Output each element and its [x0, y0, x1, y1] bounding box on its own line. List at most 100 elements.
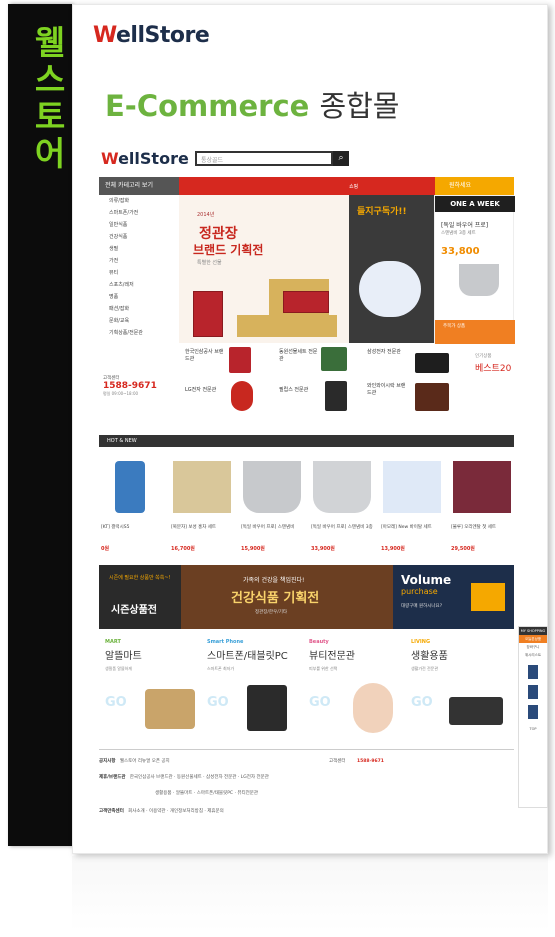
tile-title: 스마트폰/태블릿PC: [207, 651, 288, 662]
product-box-page: 웰 스 토 어 WellStore E-Commerce 종합몰 WellSto…: [0, 0, 555, 937]
tile-desc: 생활가전 전문관: [411, 666, 439, 671]
banner-year: 2014년: [197, 212, 215, 218]
product-name: [아모레] New 바이탈 세트: [381, 525, 432, 530]
widget-tab[interactable]: 오늘본상품: [519, 635, 547, 643]
brands-links[interactable]: 한국인삼공사 브랜드관 · 동원선물세트 · 삼성전자 전문관 · LG전자 전…: [130, 775, 269, 780]
product-card[interactable]: [KT] 갤럭시S5 0원: [99, 455, 165, 555]
gift-box-image: [193, 291, 223, 337]
brand-link[interactable]: 한국인삼공사 브랜드관: [185, 349, 225, 363]
wellstore-logo: WellStore: [93, 23, 210, 48]
product-card[interactable]: [독일 바우어 프로] 스텐냄비 15,900원: [239, 455, 305, 555]
tile-title: 뷰티전문관: [309, 651, 355, 662]
box-spine: 웰 스 토 어: [8, 4, 72, 846]
deal-name: [독일 바우어 프로]: [441, 222, 489, 229]
main-banner[interactable]: 2014년 정관장 브랜드 기획전 특별한 선물: [179, 195, 349, 343]
nav-promo-link[interactable]: 원하세요: [435, 177, 514, 195]
category-tile-beauty[interactable]: Beauty 뷰티전문관 피부를 위한 선택 GO: [309, 639, 409, 739]
nav-link[interactable]: 쇼핑: [349, 183, 358, 190]
category-item[interactable]: 건강식품: [99, 231, 179, 243]
category-item[interactable]: 가전: [99, 255, 179, 267]
brand-image: [231, 381, 253, 411]
site-logo[interactable]: WellStore: [101, 149, 189, 168]
brand-link[interactable]: 필립스 전문관: [279, 387, 319, 394]
category-item[interactable]: 명품: [99, 291, 179, 303]
recent-item-thumb[interactable]: [528, 705, 538, 719]
recent-item-thumb[interactable]: [528, 685, 538, 699]
gift-box-image: [237, 315, 337, 337]
search-icon[interactable]: ⌕: [333, 151, 349, 166]
customer-service: 고객센터 1588-9671 평일 09:00~18:00: [99, 375, 179, 415]
category-tile-living[interactable]: LIVING 생활용품 생활가전 전문관 GO: [411, 639, 511, 739]
product-price: 15,900원: [241, 546, 265, 552]
volume-purchase-banner[interactable]: Volume purchase 대량구매 원하시나요?: [393, 565, 514, 629]
brand-image: [415, 353, 449, 373]
gift-box-image: [283, 291, 329, 313]
category-item[interactable]: 기획상품/전문관: [99, 327, 179, 339]
phone-image: [115, 461, 145, 513]
category-item[interactable]: 문화/교육: [99, 315, 179, 327]
category-showcase: MART 알뜰마트 생필품 알뜰하게 GO Smart Phone 스마트폰/태…: [99, 639, 514, 739]
headline-en: E-Commerce: [105, 89, 310, 123]
brand-link[interactable]: 삼성전자 전문관: [367, 349, 407, 356]
product-card[interactable]: [독일 바우어 프로] 스텐냄비 3종 33,900원: [309, 455, 375, 555]
main-nav: 전체 카테고리 보기 쇼핑 원하세요: [99, 177, 514, 195]
product-name: [독일 바우어 프로] 스텐냄비 3종: [311, 525, 373, 530]
info-links[interactable]: 회사소개 · 이용약관 · 개인정보처리방침 · 제휴문의: [128, 809, 224, 814]
tea-set-image: [173, 461, 231, 513]
health-food-banner[interactable]: 가족의 건강을 책임진다! 건강식품 기획전 정관장/한우/기타: [181, 565, 393, 629]
tile-en: LIVING: [411, 639, 431, 645]
pot-image: [459, 264, 499, 296]
category-item[interactable]: 생필: [99, 243, 179, 255]
one-week-deal[interactable]: ONE A WEEK [독일 바우어 프로] 스텐냄비 3종 세트 33,800…: [434, 195, 515, 344]
category-item[interactable]: 의류/잡화: [99, 195, 179, 207]
widget-item[interactable]: 장바구니: [519, 643, 547, 651]
footer-brands: 제휴/브랜드관 한국인삼공사 브랜드관 · 동원선물세트 · 삼성전자 전문관 …: [99, 772, 514, 784]
cs-phone: 1588-9671: [103, 381, 157, 391]
recent-item-thumb[interactable]: [528, 665, 538, 679]
brand-link[interactable]: 와인와이시락 브랜드관: [367, 383, 407, 397]
category-item[interactable]: 일반식품: [99, 219, 179, 231]
box-icon: [471, 583, 505, 611]
go-label: GO: [309, 695, 331, 710]
category-links[interactable]: 생활용품 · 알뜰마트 · 스마트폰/태블릿PC · 뷰티전문관: [155, 791, 258, 796]
health-food-title: 건강식품 기획전: [231, 591, 320, 606]
season-shop-tile[interactable]: 시즌에 필요한 상품만 쏙쏙~! 시즌상품전: [99, 565, 181, 629]
widget-item[interactable]: 위시리스트: [519, 651, 547, 659]
pot-image: [243, 461, 301, 513]
volume-title: Volume: [401, 573, 452, 587]
category-tile-smartphone[interactable]: Smart Phone 스마트폰/태블릿PC 스마트폰 최저가 GO: [207, 639, 307, 739]
promo-banner[interactable]: 들지구독가!!: [349, 195, 434, 343]
best20-panel[interactable]: 인기상품 베스트20: [473, 343, 514, 415]
hot-products: [KT] 갤럭시S5 0원 [복분자] 보성 홍차 세트 16,700원 [독일…: [99, 455, 514, 555]
top-button[interactable]: TOP: [519, 725, 547, 733]
all-categories-button[interactable]: 전체 카테고리 보기: [99, 177, 179, 195]
category-item[interactable]: 스마트폰/가전: [99, 207, 179, 219]
spine-char: 어: [34, 134, 66, 173]
product-card[interactable]: [아모레] New 바이탈 세트 13,900원: [379, 455, 445, 555]
site-preview: WellStore 통상골드 ⌕ 전체 카테고리 보기 쇼핑 원하세요 의류/잡…: [99, 145, 519, 835]
product-name: [복분자] 보성 홍차 세트: [171, 525, 217, 530]
search-input[interactable]: 통상골드: [195, 151, 333, 166]
spine-char: 스: [34, 60, 66, 99]
product-price: 16,700원: [171, 546, 195, 552]
notice-text[interactable]: 웰스토어 리뉴얼 오픈 공지: [120, 759, 170, 764]
category-item[interactable]: 뷰티: [99, 267, 179, 279]
spine-char: 토: [34, 97, 66, 136]
footer-cs-label: 고객센터: [329, 759, 346, 764]
brand-link[interactable]: LG전자 전문관: [185, 387, 225, 394]
category-item[interactable]: 스포츠/레저: [99, 279, 179, 291]
cosmetic-bottles-image: [383, 461, 441, 513]
banner-subtitle: 브랜드 기획전: [193, 243, 264, 257]
health-food-sub: 정관장/한우/기타: [255, 610, 288, 615]
product-card[interactable]: [불루] 오리엔탈 첫 세트 29,500원: [449, 455, 515, 555]
brand-link[interactable]: 동원선물세트 전문관: [279, 349, 319, 363]
box-reflection: [72, 856, 548, 932]
hand-icon: [359, 261, 421, 317]
notice-label: 공지사항: [99, 759, 116, 764]
box-front: WellStore E-Commerce 종합몰 WellStore 통상골드 …: [72, 4, 548, 854]
category-item[interactable]: 패션/잡화: [99, 303, 179, 315]
pot-image: [313, 461, 371, 513]
category-tile-mart[interactable]: MART 알뜰마트 생필품 알뜰하게 GO: [105, 639, 205, 739]
best-title: 베스트20: [475, 364, 512, 374]
product-card[interactable]: [복분자] 보성 홍차 세트 16,700원: [169, 455, 235, 555]
